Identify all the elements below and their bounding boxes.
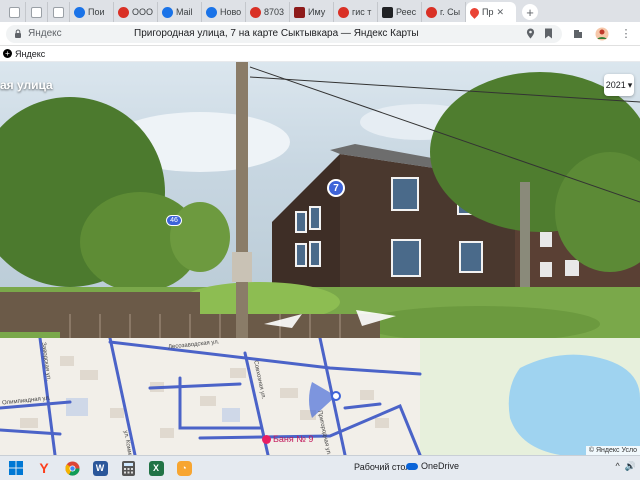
onedrive-tray[interactable]: OneDrive <box>406 461 459 471</box>
panorama-street-name: ая улица <box>0 78 53 92</box>
lock-icon <box>15 29 21 38</box>
tab-pinned-1[interactable] <box>4 2 26 22</box>
browser-toolbar: Яндекс Пригородная улица, 7 на карте Сык… <box>0 22 640 46</box>
tab-label: Пр <box>482 7 494 17</box>
panorama-nav-arrow-right[interactable] <box>352 306 398 328</box>
mini-map[interactable]: Лесозаводская ул. Пригородная ул. Совхоз… <box>0 338 640 455</box>
chevron-down-icon: ▾ <box>627 79 633 90</box>
volume-icon[interactable]: 🔊 <box>625 461 636 472</box>
system-tray: ^ 🔊 <box>616 461 636 472</box>
panorama-year: 2021 <box>605 80 626 90</box>
browser-tab-strip: Пои ООО Mail Ново 8703 Иму гис т Реес г.… <box>0 0 640 22</box>
bookmarks-bar: + Яндекс <box>0 46 640 62</box>
pdf-icon <box>118 6 129 18</box>
cloud-icon <box>406 462 418 470</box>
page-icon <box>9 6 20 18</box>
address-domain: Яндекс <box>28 28 62 39</box>
house-number-marker[interactable]: 7 <box>327 179 345 197</box>
rosreestr-icon <box>382 6 393 18</box>
tab-mail-new[interactable]: Ново <box>202 2 246 22</box>
tab-label: Mail <box>176 7 193 17</box>
tab-pdf-ooo[interactable]: ООО <box>114 2 158 22</box>
map-poi-banya[interactable]: Баня № 9 <box>262 434 313 444</box>
road-number-marker[interactable]: 46 <box>166 215 182 226</box>
tab-label: Иму <box>308 7 326 17</box>
chrome-icon[interactable] <box>60 458 84 478</box>
tab-pinned-2[interactable] <box>26 2 48 22</box>
tab-label: Реес <box>396 7 417 17</box>
calculator-icon[interactable] <box>116 458 140 478</box>
onedrive-label: OneDrive <box>421 461 460 471</box>
panorama-year-select[interactable]: 2021 ▾ <box>604 74 634 96</box>
page-icon <box>31 6 42 18</box>
cian-icon <box>294 6 305 18</box>
map-attribution[interactable]: © Яндекс Усло <box>585 446 640 455</box>
bookmark-yandex[interactable]: Яндекс <box>15 49 45 59</box>
windows-start-icon[interactable] <box>4 458 28 478</box>
bookmark-icon[interactable] <box>542 28 554 40</box>
location-icon[interactable] <box>524 28 536 40</box>
yandex-browser-icon[interactable]: Y <box>32 458 56 478</box>
yandex-maps-icon <box>468 5 481 19</box>
page-icon <box>53 6 64 18</box>
tray-chevron-icon[interactable]: ^ <box>616 461 620 472</box>
poi-marker-icon <box>262 434 271 444</box>
street-panorama[interactable]: ая улица 2021 ▾ 7 46 <box>0 62 640 338</box>
yandex-bookmark-icon: + <box>3 49 12 58</box>
excel-icon[interactable]: X <box>144 458 168 478</box>
search-icon <box>426 6 437 18</box>
windows-taskbar: Y W X ◔ Рабочий стол OneDrive ^ 🔊 <box>0 455 640 480</box>
tab-yandex-maps-active[interactable]: Пр ✕ <box>466 2 516 22</box>
menu-dots-icon[interactable]: ⋮ <box>618 26 634 42</box>
tab-mail[interactable]: Mail <box>158 2 202 22</box>
page-title: Пригородная улица, 7 на карте Сыктывкара… <box>134 28 419 39</box>
yandex-search-icon <box>74 6 85 18</box>
onedrive-app-icon[interactable]: ◔ <box>172 458 196 478</box>
mail-icon <box>162 6 173 18</box>
search-icon <box>338 6 349 18</box>
close-icon[interactable]: ✕ <box>496 7 504 18</box>
tab-label: ООО <box>132 7 154 17</box>
desktop-toolbar-label[interactable]: Рабочий стол <box>354 462 411 472</box>
pdf-icon <box>250 6 261 18</box>
map-canvas <box>0 338 640 455</box>
new-tab-button[interactable]: + <box>522 4 538 20</box>
tab-label: Пои <box>88 7 105 17</box>
tab-rosreestr[interactable]: Реес <box>378 2 422 22</box>
mail-icon <box>206 6 217 18</box>
panorama-image <box>0 62 640 338</box>
tab-label: гис т <box>352 7 372 17</box>
panorama-nav-arrow-left[interactable] <box>262 310 306 330</box>
word-icon[interactable]: W <box>88 458 112 478</box>
tab-pinned-3[interactable] <box>48 2 70 22</box>
tab-label: 8703 <box>264 7 285 17</box>
tab-gis[interactable]: гис т <box>334 2 378 22</box>
profile-avatar-icon[interactable] <box>594 26 610 42</box>
tab-pdf-8703[interactable]: 8703 <box>246 2 290 22</box>
address-bar[interactable]: Яндекс Пригородная улица, 7 на карте Сык… <box>6 24 562 43</box>
poi-label: Баня № 9 <box>273 434 314 444</box>
tab-cian[interactable]: Иму <box>290 2 334 22</box>
tab-syktyvkar[interactable]: г. Сы <box>422 2 466 22</box>
tab-label: г. Сы <box>440 7 461 17</box>
tab-label: Ново <box>220 7 242 17</box>
extension-icon[interactable] <box>570 26 586 42</box>
tab-yandex-search[interactable]: Пои <box>70 2 114 22</box>
